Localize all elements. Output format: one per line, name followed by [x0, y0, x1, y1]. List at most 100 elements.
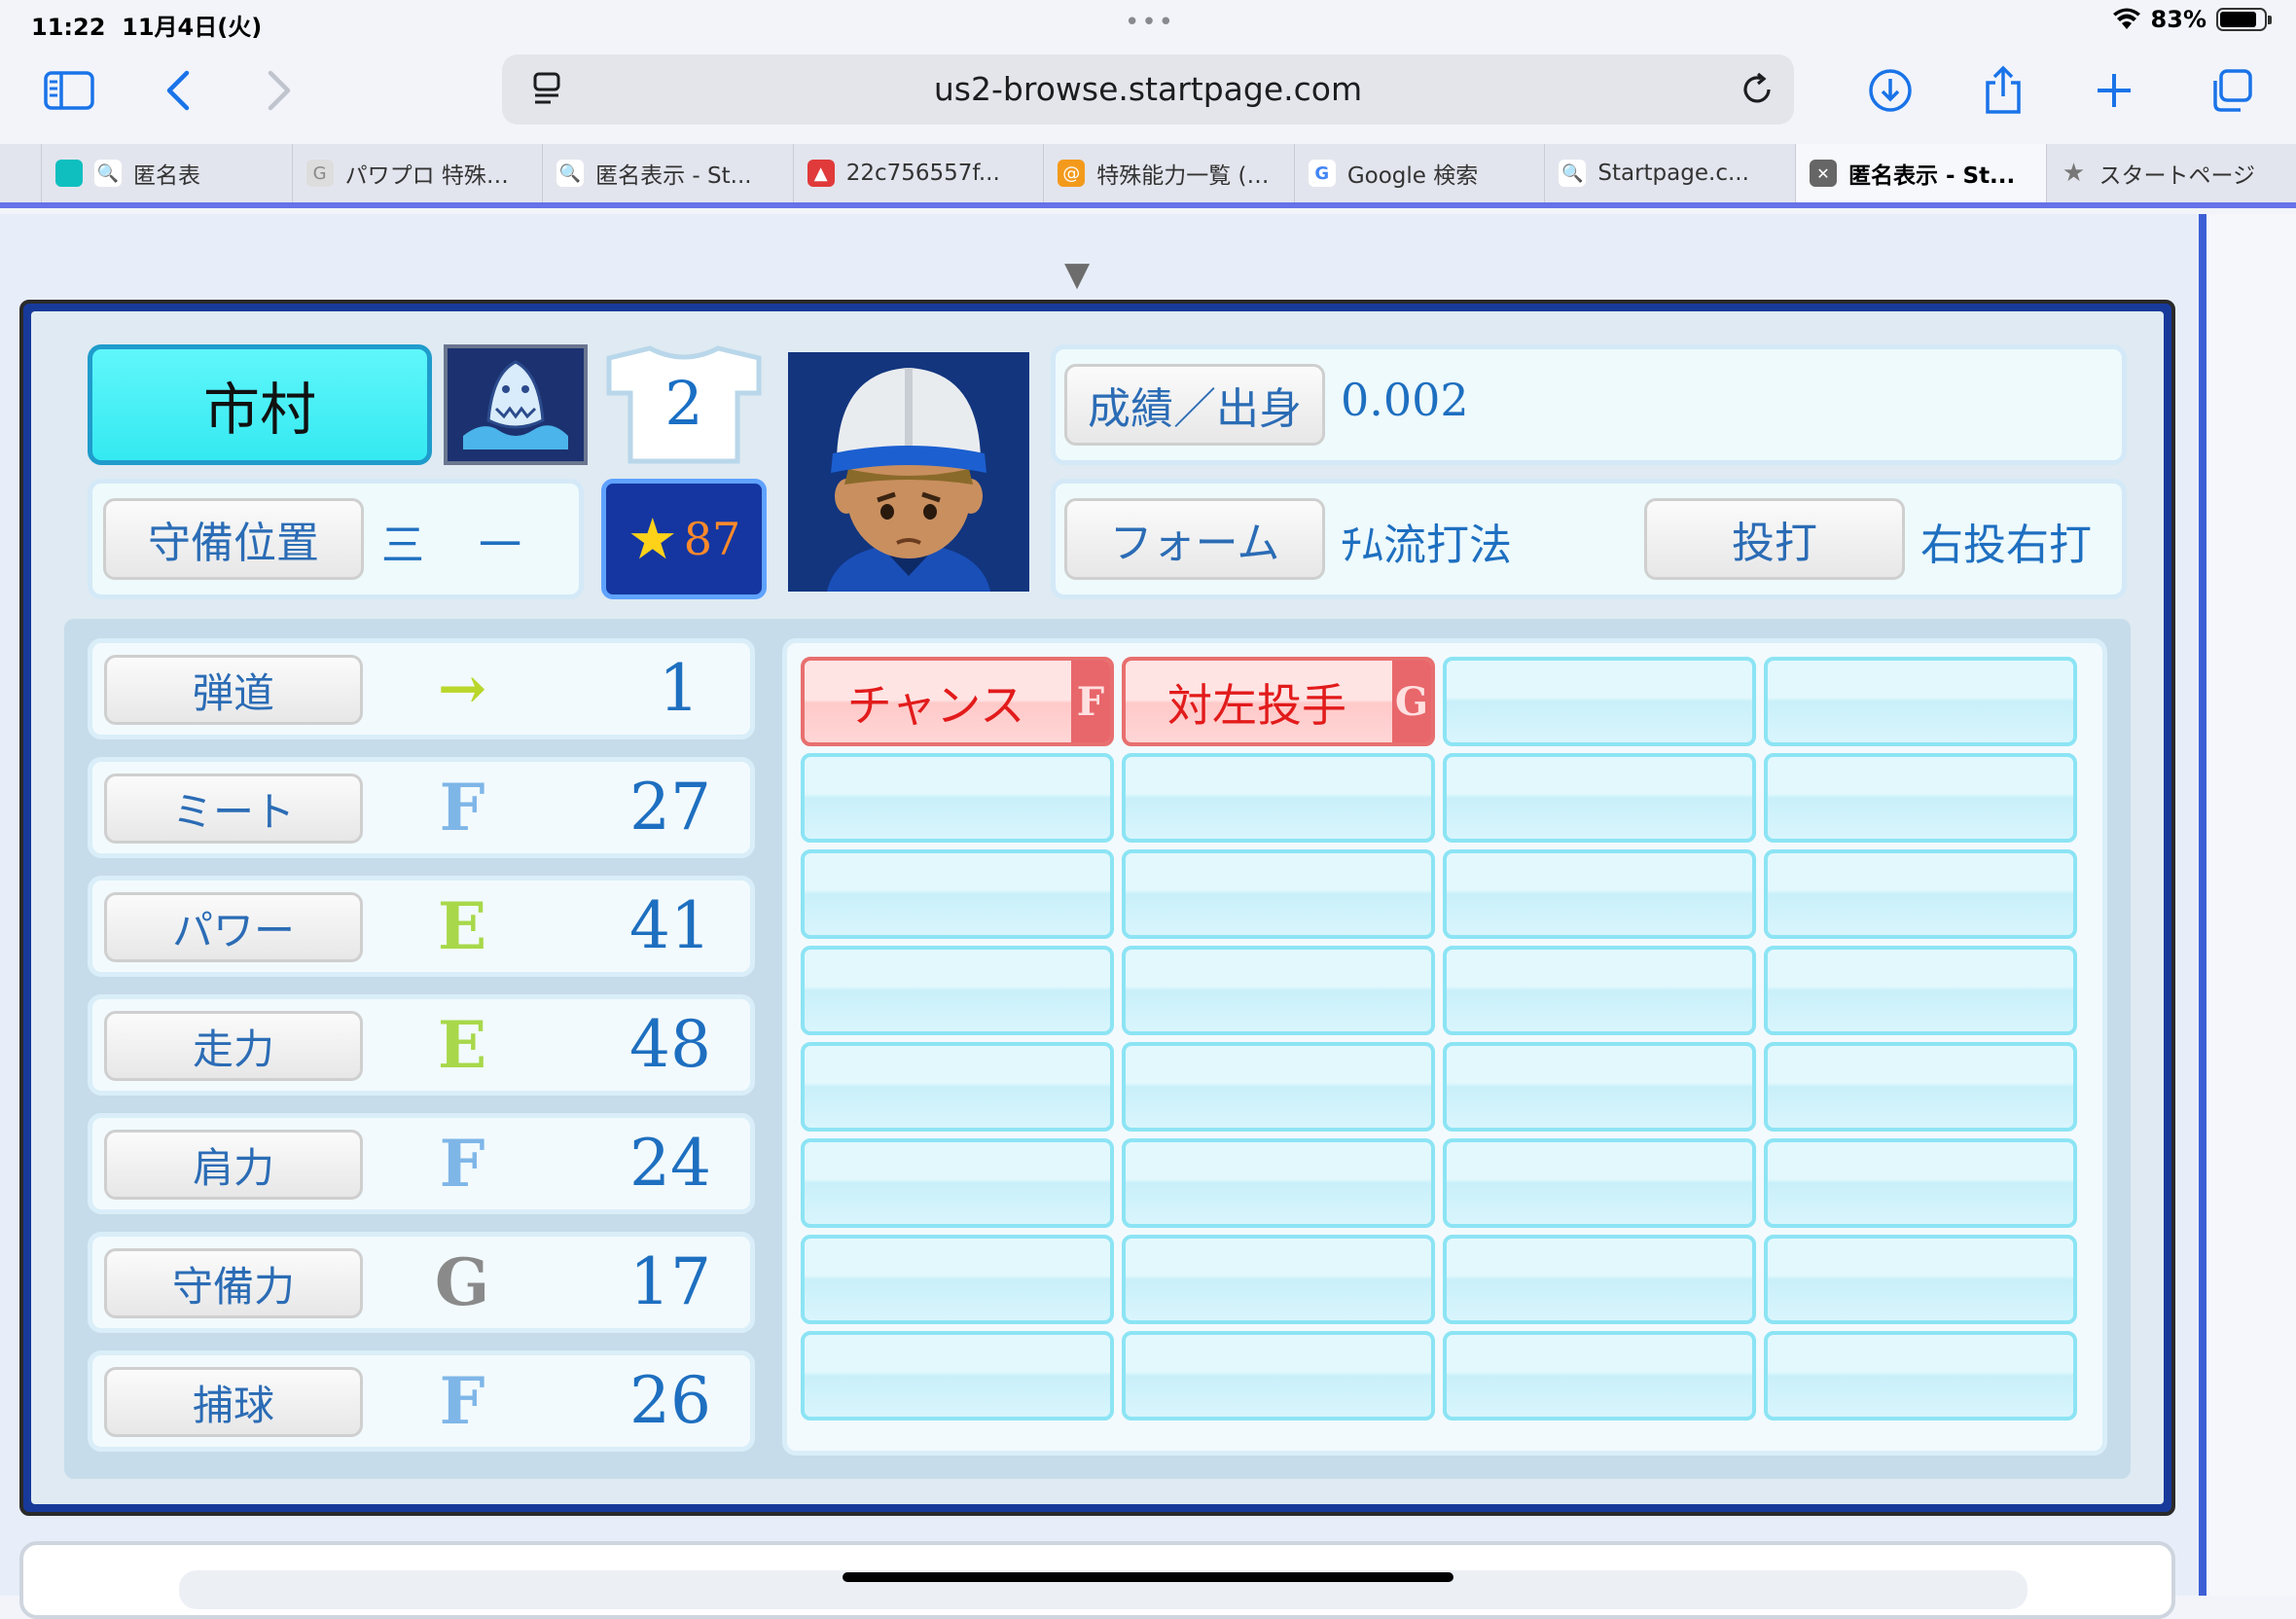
overall-rank: ★ 87: [601, 479, 767, 599]
stat-row-meet: ミート F 27: [88, 757, 755, 858]
battery-percent: 83%: [2151, 6, 2206, 33]
stat-label: 守備力: [104, 1248, 363, 1318]
tab-3[interactable]: ▲22c756557f...: [793, 144, 1044, 202]
stat-label: 捕球: [104, 1367, 363, 1437]
player-avatar: [788, 352, 1029, 592]
stat-value: 26: [629, 1363, 711, 1438]
team-logo-shark-icon: [444, 344, 588, 465]
search-favicon-icon: 🔍: [556, 160, 584, 187]
ability-slot-empty[interactable]: [801, 753, 1114, 843]
tab-6[interactable]: 🔍Startpage.c...: [1544, 144, 1795, 202]
at-favicon-icon: @: [1058, 160, 1085, 187]
ability-slot[interactable]: 対左投手G: [1122, 657, 1435, 746]
back-icon[interactable]: [144, 56, 212, 125]
ability-slot-empty[interactable]: [801, 1235, 1114, 1324]
search-favicon-icon: 🔍: [94, 160, 122, 187]
tab-7-active[interactable]: ✕匿名表示 - St...: [1795, 144, 2046, 202]
stat-label: 弾道: [104, 655, 363, 725]
position-value: 三 一: [381, 510, 527, 572]
tab-0[interactable]: 🔍匿名表: [41, 144, 292, 202]
multitask-dots[interactable]: •••: [1125, 8, 1175, 37]
red-favicon-icon: ▲: [807, 160, 835, 187]
wifi-icon: [2112, 8, 2141, 31]
new-tab-icon[interactable]: [2080, 56, 2148, 125]
player-name: 市村: [88, 344, 432, 465]
ability-slot-empty[interactable]: [1122, 1235, 1435, 1324]
ability-slot-empty[interactable]: [1764, 753, 2077, 843]
ability-slot-empty[interactable]: [1443, 1042, 1756, 1132]
ability-slot-empty[interactable]: [801, 946, 1114, 1035]
stat-row-trajectory: 弾道 → 1: [88, 638, 755, 739]
ability-slot-empty[interactable]: [1122, 1042, 1435, 1132]
ability-slot-empty[interactable]: [801, 1042, 1114, 1132]
sidebar-toggle-icon[interactable]: [35, 56, 103, 125]
home-indicator[interactable]: [843, 1572, 1453, 1582]
stat-grade: E: [423, 888, 501, 964]
throw-bat-value: 右投右打: [1920, 510, 2092, 572]
stat-value: 41: [629, 888, 711, 963]
stat-grade: F: [423, 770, 501, 845]
tab-1[interactable]: Gパワプロ 特殊…: [292, 144, 543, 202]
download-icon[interactable]: [1856, 56, 1924, 125]
tab-bar: 🔍匿名表 Gパワプロ 特殊… 🔍匿名表示 - St... ▲22c756557f…: [0, 144, 2296, 208]
battery-icon: [2216, 8, 2267, 31]
close-tab-icon[interactable]: ✕: [1810, 160, 1837, 187]
stat-grade: F: [423, 1363, 501, 1439]
stat-row-catching: 捕球 F 26: [88, 1350, 755, 1452]
ability-slot-empty[interactable]: [1122, 849, 1435, 939]
ability-slot[interactable]: チャンスF: [801, 657, 1114, 746]
stat-value: 17: [629, 1244, 711, 1319]
ability-slot-empty[interactable]: [1443, 753, 1756, 843]
expand-triangle-icon[interactable]: ▼: [1064, 255, 1090, 294]
record-label: 成績／出身: [1064, 364, 1325, 446]
forward-icon[interactable]: [245, 56, 313, 125]
tab-overview-icon[interactable]: [2197, 56, 2265, 125]
ability-slot-empty[interactable]: [1764, 849, 2077, 939]
ability-grade: F: [1071, 661, 1110, 742]
ability-slot-empty[interactable]: [1443, 946, 1756, 1035]
ability-slot-empty[interactable]: [1764, 1235, 2077, 1324]
ability-slot-empty[interactable]: [801, 1138, 1114, 1228]
page-right-gutter: [2199, 214, 2296, 1596]
ability-slot-empty[interactable]: [1443, 1235, 1756, 1324]
ability-slot-empty[interactable]: [1122, 1331, 1435, 1421]
ability-slot-empty[interactable]: [1764, 1138, 2077, 1228]
ability-slot-empty[interactable]: [1764, 1042, 2077, 1132]
teal-favicon-icon: [55, 160, 83, 187]
share-icon[interactable]: [1969, 56, 2037, 125]
stat-label: 肩力: [104, 1130, 363, 1200]
url-text[interactable]: us2-browse.startpage.com: [502, 70, 1794, 108]
status-right: 83%: [2112, 6, 2267, 33]
tab-8[interactable]: ★スタートページ: [2046, 144, 2296, 202]
tab-5[interactable]: GGoogle 検索: [1294, 144, 1545, 202]
position-label: 守備位置: [103, 498, 364, 580]
tab-2[interactable]: 🔍匿名表示 - St...: [542, 144, 793, 202]
ability-slot-empty[interactable]: [1122, 1138, 1435, 1228]
ability-slot-empty[interactable]: [1443, 849, 1756, 939]
ability-slot-empty[interactable]: [1443, 1331, 1756, 1421]
ability-slot-empty[interactable]: [801, 849, 1114, 939]
form-label: フォーム: [1064, 498, 1325, 580]
stat-value: 48: [629, 1007, 711, 1082]
address-bar[interactable]: us2-browse.startpage.com: [502, 54, 1794, 125]
record-value: 0.002: [1341, 374, 1469, 426]
status-time: 11:22 11月4日(火): [31, 8, 262, 42]
g-favicon-icon: G: [306, 160, 334, 187]
search-favicon-icon: 🔍: [1559, 160, 1586, 187]
stat-row-speed: 走力 E 48: [88, 994, 755, 1096]
tab-4[interactable]: @特殊能力一覧 (…: [1043, 144, 1294, 202]
ability-slot-empty[interactable]: [801, 1331, 1114, 1421]
stat-label: ミート: [104, 774, 363, 844]
ability-grade: G: [1392, 661, 1431, 742]
ability-slot-empty[interactable]: [1764, 657, 2077, 746]
stat-value: 1: [659, 651, 700, 726]
ability-slot-empty[interactable]: [1764, 946, 2077, 1035]
ability-slot-empty[interactable]: [1443, 1138, 1756, 1228]
reload-icon[interactable]: [1736, 68, 1778, 111]
ability-slot-empty[interactable]: [1764, 1331, 2077, 1421]
ability-slot-empty[interactable]: [1122, 946, 1435, 1035]
ability-slot-empty[interactable]: [1122, 753, 1435, 843]
ability-slot-empty[interactable]: [1443, 657, 1756, 746]
stat-value: 24: [629, 1126, 711, 1201]
stat-row-power: パワー E 41: [88, 876, 755, 977]
